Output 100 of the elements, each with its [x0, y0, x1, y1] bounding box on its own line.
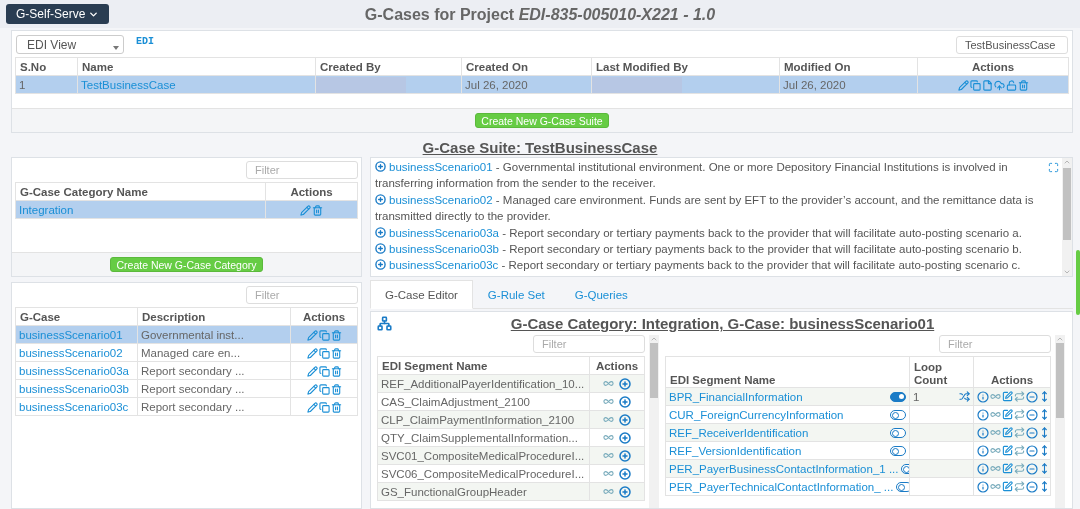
add-icon[interactable] [619, 468, 631, 480]
info-icon[interactable] [977, 409, 989, 421]
search-field[interactable]: TestBusinessCase [956, 35, 1068, 54]
copy-icon[interactable] [318, 401, 330, 413]
app-menu-button[interactable]: G-Self-Serve [6, 4, 110, 24]
toggle-switch[interactable] [890, 427, 906, 438]
filter-field[interactable]: Filter [939, 335, 1051, 353]
add-icon[interactable] [619, 450, 631, 462]
edit-icon[interactable] [1002, 427, 1013, 439]
tab[interactable]: G-Queries [559, 280, 643, 309]
filter-field[interactable]: Filter [246, 286, 358, 304]
shuffle-icon[interactable] [959, 391, 970, 402]
filter-field[interactable]: Filter [246, 161, 358, 179]
scrollbar[interactable] [1055, 335, 1065, 508]
view-select[interactable]: EDI View [16, 35, 124, 54]
info-icon[interactable] [977, 427, 989, 439]
scroll-up-icon[interactable] [1063, 158, 1071, 166]
edit-icon[interactable] [306, 401, 318, 413]
repeat-icon[interactable] [1014, 391, 1025, 403]
toggle-switch[interactable] [890, 391, 906, 402]
delete-icon[interactable] [312, 204, 323, 216]
edit-icon[interactable] [1002, 481, 1013, 493]
remove-icon[interactable] [1026, 481, 1038, 493]
add-icon[interactable] [375, 161, 386, 172]
remove-icon[interactable] [1026, 427, 1038, 439]
delete-icon[interactable] [330, 383, 342, 395]
edit-icon[interactable] [300, 204, 311, 216]
edit-icon[interactable] [1002, 409, 1013, 421]
scenario-link[interactable]: businessScenario03b [389, 243, 499, 256]
edit-icon[interactable] [1002, 445, 1013, 457]
delete-icon[interactable] [330, 347, 342, 359]
repeat-icon[interactable] [1014, 445, 1025, 457]
create-suite-button[interactable]: Create New G-Case Suite [475, 113, 609, 128]
edit-icon[interactable] [306, 365, 318, 377]
remove-icon[interactable] [1026, 391, 1038, 403]
resize-icon[interactable] [1039, 391, 1050, 403]
delete-icon[interactable] [330, 401, 342, 413]
add-icon[interactable] [375, 243, 386, 255]
add-icon[interactable] [619, 486, 631, 498]
toggle-switch[interactable] [896, 481, 909, 492]
copy-icon[interactable] [318, 383, 330, 395]
scenario-link[interactable]: businessScenario02 [389, 193, 493, 206]
table-cell: Governmental inst... [137, 325, 291, 344]
scenario-link[interactable]: businessScenario03c [389, 259, 499, 272]
add-icon[interactable] [375, 226, 386, 238]
expand-icon[interactable] [1048, 162, 1059, 173]
remove-icon[interactable] [1026, 463, 1038, 475]
resize-icon[interactable] [1039, 463, 1050, 475]
cloud-upload-icon[interactable] [993, 79, 1005, 91]
repeat-icon[interactable] [1014, 481, 1025, 493]
repeat-icon[interactable] [1014, 409, 1025, 421]
resize-icon[interactable] [1039, 409, 1050, 421]
edit-icon[interactable] [957, 79, 969, 91]
scenario-link[interactable]: businessScenario01 [389, 161, 493, 173]
add-icon[interactable] [375, 259, 386, 271]
toggle-switch[interactable] [890, 445, 906, 456]
edit-icon[interactable] [306, 383, 318, 395]
delete-icon[interactable] [1017, 79, 1029, 91]
info-icon[interactable] [977, 481, 989, 493]
add-icon[interactable] [619, 432, 631, 444]
resize-icon[interactable] [1039, 445, 1050, 457]
create-category-button[interactable]: Create New G-Case Category [110, 257, 263, 272]
info-icon[interactable] [977, 445, 989, 457]
scroll-up-icon[interactable] [650, 335, 658, 343]
edit-icon[interactable] [1002, 391, 1013, 403]
scroll-up-icon[interactable] [1056, 335, 1064, 343]
filter-field[interactable]: Filter [533, 335, 645, 353]
remove-icon[interactable] [1026, 409, 1038, 421]
add-icon[interactable] [619, 396, 631, 408]
column-header: Created By [315, 57, 462, 76]
unlock-icon[interactable] [1005, 79, 1017, 91]
category-link[interactable]: Integration [19, 203, 74, 216]
scrollbar[interactable] [649, 335, 659, 508]
add-icon[interactable] [619, 378, 631, 390]
scrollbar[interactable] [1062, 158, 1072, 276]
scroll-down-icon[interactable] [1063, 268, 1071, 276]
edit-icon[interactable] [1002, 463, 1013, 475]
hierarchy-icon[interactable] [377, 316, 392, 331]
info-icon[interactable] [977, 391, 989, 403]
copy-icon[interactable] [318, 329, 330, 341]
copy-icon[interactable] [969, 79, 981, 91]
remove-icon[interactable] [1026, 445, 1038, 457]
toggle-switch[interactable] [890, 409, 906, 420]
resize-icon[interactable] [1039, 427, 1050, 439]
tab[interactable]: G-Rule Set [472, 280, 560, 309]
add-icon[interactable] [375, 193, 386, 205]
edit-icon[interactable] [306, 329, 318, 341]
delete-icon[interactable] [330, 365, 342, 377]
copy-icon[interactable] [318, 347, 330, 359]
tab[interactable]: G-Case Editor [370, 280, 473, 309]
edit-icon[interactable] [306, 347, 318, 359]
file-icon[interactable] [981, 79, 993, 91]
copy-icon[interactable] [318, 365, 330, 377]
info-icon[interactable] [977, 463, 989, 475]
resize-icon[interactable] [1039, 481, 1050, 493]
scenario-link[interactable]: businessScenario03a [389, 226, 499, 239]
repeat-icon[interactable] [1014, 427, 1025, 439]
delete-icon[interactable] [330, 329, 342, 341]
repeat-icon[interactable] [1014, 463, 1025, 475]
add-icon[interactable] [619, 414, 631, 426]
